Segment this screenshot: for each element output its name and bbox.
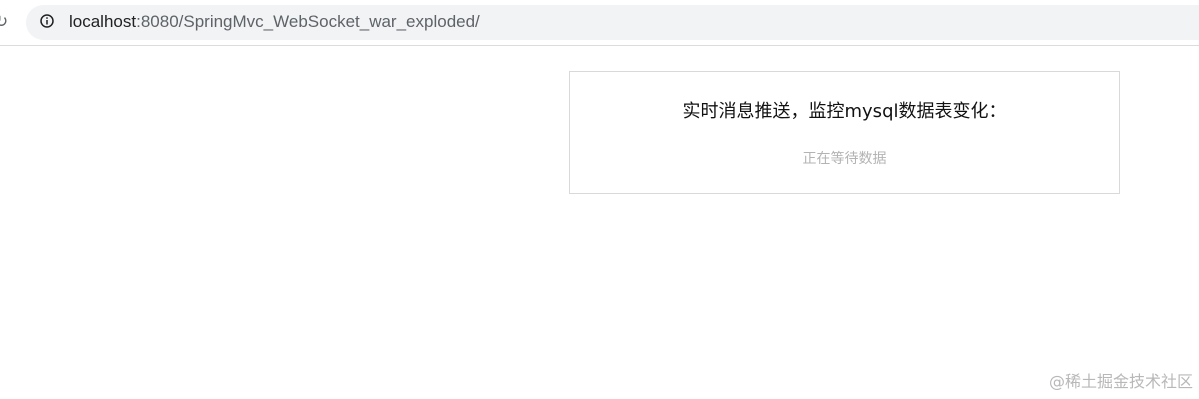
message-panel: 实时消息推送，监控mysql数据表变化： 正在等待数据 xyxy=(569,71,1120,194)
browser-toolbar: ↻ localhost:8080/SpringMvc_WebSocket_war… xyxy=(0,0,1199,46)
url-path: :8080/SpringMvc_WebSocket_war_exploded/ xyxy=(136,12,480,31)
url-host: localhost xyxy=(69,12,137,31)
reload-icon[interactable]: ↻ xyxy=(0,12,10,32)
watermark: @稀土掘金技术社区 xyxy=(1048,372,1193,391)
waiting-status: 正在等待数据 xyxy=(802,151,887,167)
panel-title: 实时消息推送，监控mysql数据表变化： xyxy=(682,101,1007,122)
url-text[interactable]: localhost:8080/SpringMvc_WebSocket_war_e… xyxy=(69,11,480,33)
info-icon[interactable] xyxy=(40,14,54,28)
